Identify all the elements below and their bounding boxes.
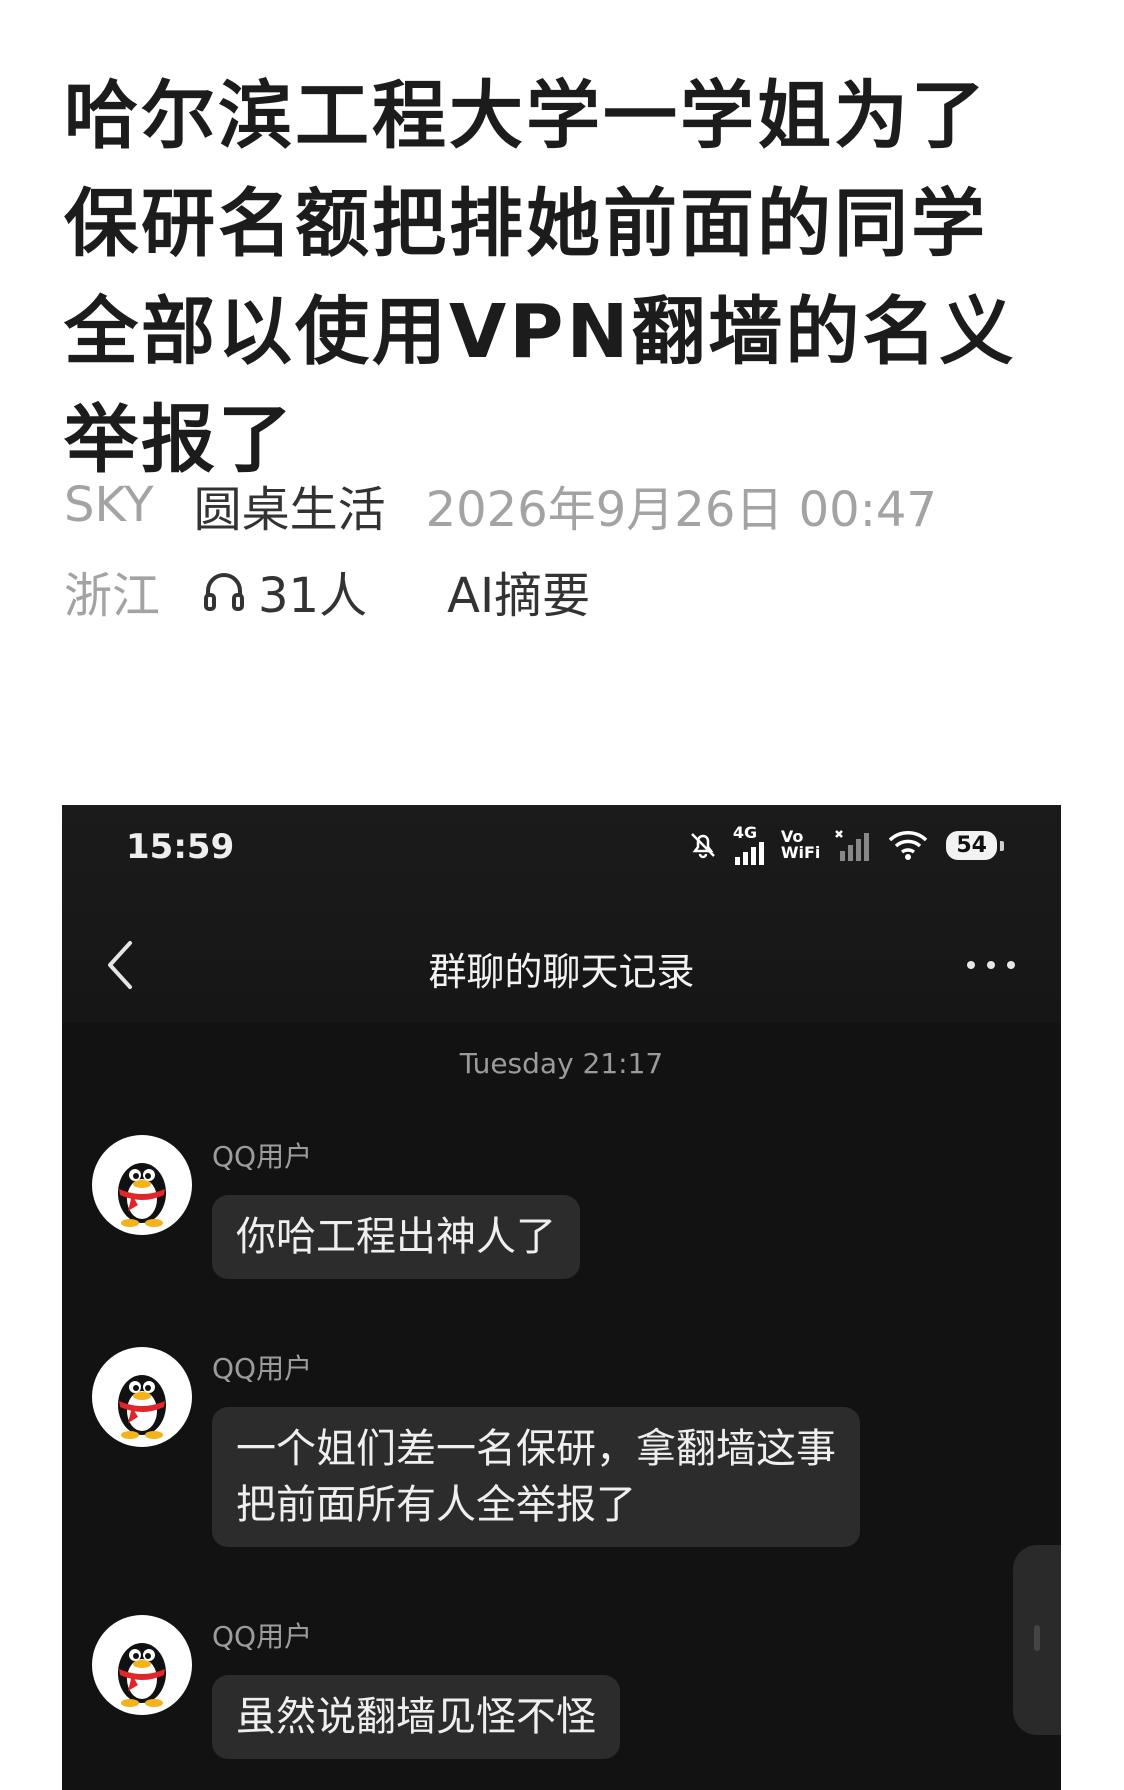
article-meta-row-1: SKY 圆桌生活 2026年9月26日 00:47 [64, 470, 977, 540]
sender-name: QQ用户 [212, 1352, 313, 1385]
scroll-handle[interactable] [1013, 1545, 1061, 1735]
status-icons: 4G Vo WiFi 54 [687, 825, 1004, 865]
qq-penguin-avatar[interactable] [92, 1347, 192, 1447]
signal-bars-icon [734, 842, 764, 865]
listen-button[interactable]: 31人 [200, 556, 407, 626]
bell-off-icon [690, 833, 715, 859]
chat-screenshot: 15:59 4G Vo WiFi 54 群聊的聊天记录 Tuesday 21:1… [62, 805, 1061, 1790]
article-title: 哈尔滨工程大学一学姐为了保研名额把排她前面的同学全部以使用VPN翻墙的名义举报了 [64, 73, 1017, 483]
message-bubble[interactable]: 你哈工程出神人了 [212, 1195, 580, 1279]
message-bubble[interactable]: 一个姐们差一名保研，拿翻墙这事 把前面所有人全举报了 [212, 1407, 860, 1547]
ai-summary-button[interactable]: AI摘要 [447, 556, 590, 626]
author-name[interactable]: SKY [64, 477, 154, 533]
article-meta-row-2: 浙江 31人 AI摘要 [64, 556, 630, 626]
vowifi-bottom: WiFi [780, 843, 821, 862]
chat-title: 群聊的聊天记录 [428, 950, 695, 994]
source-name[interactable]: 圆桌生活 [194, 470, 386, 540]
listener-count: 31人 [258, 568, 368, 624]
wifi-icon [889, 831, 928, 860]
qq-penguin-avatar[interactable] [92, 1135, 192, 1235]
signal-bars-icon [835, 830, 870, 861]
sender-name: QQ用户 [212, 1620, 313, 1653]
message-bubble[interactable]: 虽然说翻墙见怪不怪 [212, 1675, 620, 1759]
battery-level: 54 [946, 830, 1004, 860]
sender-name: QQ用户 [212, 1140, 313, 1173]
qq-penguin-avatar[interactable] [92, 1615, 192, 1715]
chat-header: 15:59 4G Vo WiFi 54 群聊的聊天记录 [62, 805, 1061, 1023]
publish-datetime: 2026年9月26日 00:47 [425, 482, 937, 538]
status-time: 15:59 [126, 827, 235, 867]
network-type: 4G [732, 823, 758, 842]
vowifi-indicator: Vo WiFi [781, 829, 821, 861]
chat-timestamp: Tuesday 21:17 [459, 1047, 664, 1080]
network-indicator: 4G [733, 825, 767, 865]
headphone-icon [204, 573, 245, 611]
location: 浙江 [64, 568, 161, 624]
more-dots-icon[interactable] [961, 955, 1021, 975]
